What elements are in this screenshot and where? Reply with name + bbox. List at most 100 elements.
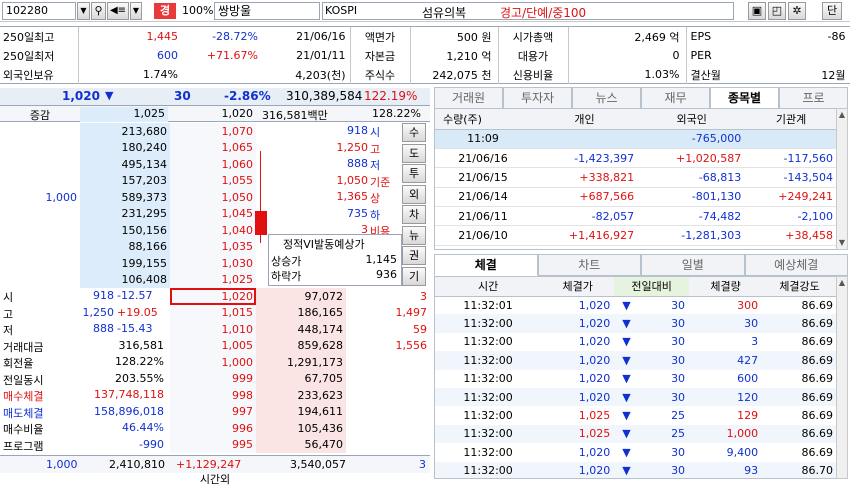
ohlc-label: 상 [370, 192, 381, 205]
bid-row[interactable]: 전일동시 203.55% 999 67,705 [0, 370, 430, 388]
trade-change: ▼ 25 [614, 406, 689, 424]
tab-trade-1[interactable]: 차트 [537, 254, 641, 276]
trade-change: ▼ 30 [614, 314, 689, 332]
ask-row[interactable]: 231,295 1,045 [0, 205, 256, 222]
toolbar: 102280 ▼ ⚲ ◀≡ ▼ 경 100% 쌍방울 KOSPI 섬유의복 경고… [0, 0, 850, 22]
tab-flow-1[interactable]: 투자자 [503, 87, 572, 109]
ask-row[interactable]: 150,156 1,040 [0, 222, 256, 239]
trade-strength: 86.69 [801, 390, 834, 404]
flow-row[interactable]: 11:09 -765,000 [435, 129, 837, 149]
trade-row[interactable]: 11:32:00 1,020 ▼ 30 9,400 86.69 [435, 443, 837, 461]
trade-time: 11:32:00 [463, 464, 513, 478]
tab-trade-2[interactable]: 일별 [641, 254, 745, 276]
layout-icon[interactable]: ▣ [748, 2, 766, 20]
trade-price: 1,020 [578, 335, 611, 349]
bid-row[interactable]: 매수비율 46.44% 996 105,436 [0, 420, 430, 437]
side-tab[interactable]: 권 [402, 246, 426, 265]
tab-trade-0[interactable]: 체결 [434, 254, 538, 276]
trade-quantity: 1,000 [726, 427, 759, 441]
ask-row[interactable]: 157,203 1,055 [0, 172, 256, 189]
flow-row[interactable]: 21/06/10 +1,416,927 -1,281,303 +38,458 [435, 225, 837, 246]
flow-foreign: +1,020,587 [638, 148, 746, 169]
ask-row[interactable]: 180,240 1,065 [0, 139, 256, 156]
bid-quantity: 186,165 [256, 304, 346, 321]
flow-foreign: -74,482 [638, 206, 746, 227]
bid-row[interactable]: 저 888 -15.43 1,010 448,174 59 [0, 321, 430, 338]
trade-row[interactable]: 11:32:00 1,020 ▼ 30 3 86.69 [435, 333, 837, 351]
trade-row[interactable]: 11:32:00 1,020 ▼ 30 427 86.69 [435, 351, 837, 370]
tab-flow-0[interactable]: 거래원 [434, 87, 503, 109]
info-value: 1.03% [568, 65, 687, 84]
side-tab[interactable]: 수 [402, 123, 426, 142]
trade-row[interactable]: 11:32:01 1,020 ▼ 30 300 86.69 [435, 296, 837, 314]
tab-flow-5[interactable]: 프로 [779, 87, 848, 109]
side-tab[interactable]: 외 [402, 184, 426, 204]
trade-scrollbar[interactable]: ▲ [836, 276, 848, 479]
trade-price: 1,020 [578, 445, 611, 459]
trade-time: 11:32:00 [463, 372, 513, 386]
ask-row[interactable]: 495,134 1,060 [0, 156, 256, 173]
bid-row[interactable]: 매수체결 137,748,118 998 233,623 [0, 387, 430, 404]
info-label: 250일최저 [0, 46, 79, 65]
dropdown-button[interactable]: ▼ [77, 2, 90, 20]
bid-row[interactable]: 시 918 -12.57 1,020 97,072 3 [0, 288, 430, 305]
ask-row[interactable]: 199,155 1,030 [0, 255, 256, 272]
trade-row[interactable]: 11:32:00 1,020 ▼ 30 30 86.69 [435, 314, 837, 333]
speaker-icon[interactable]: ◀≡ [107, 2, 129, 20]
info-value: 1,210 억 [410, 46, 499, 65]
bid-price: 995 [170, 436, 256, 453]
bid-quantity: 859,628 [256, 337, 346, 354]
trade-header: 체결가 [541, 277, 615, 297]
side-tab[interactable]: 차 [402, 205, 426, 224]
trade-row[interactable]: 11:32:00 1,020 ▼ 30 120 86.69 [435, 387, 837, 407]
side-tab[interactable]: 뉴 [402, 225, 426, 245]
bid-row[interactable]: 회전율 128.22% 1,000 1,291,173 [0, 354, 430, 371]
ask-row[interactable]: 88,166 1,035 [0, 238, 256, 255]
total-diff: +1,129,247 [176, 458, 242, 471]
ohlc-value: 1,050 [336, 173, 369, 187]
side-tab[interactable]: 투 [402, 164, 426, 183]
down-arrow-icon: ▼ [622, 372, 631, 386]
flow-row[interactable]: 21/06/11 -82,057 -74,482 -2,100 [435, 206, 837, 227]
stat-cell: 전일동시 203.55% [0, 371, 170, 388]
bid-change [346, 371, 430, 388]
ask-row[interactable]: 1,000 589,373 1,050 [0, 189, 256, 206]
search-icon[interactable]: ⚲ [91, 2, 106, 20]
bid-change [346, 437, 430, 454]
ask-row[interactable]: 106,408 1,025 [0, 271, 256, 288]
bid-quantity: 448,174 [256, 321, 346, 338]
flow-scrollbar[interactable]: ▲ ▼ [836, 108, 848, 250]
settings-gear-icon[interactable]: ✲ [788, 2, 806, 20]
stock-code-input[interactable]: 102280 [2, 2, 76, 20]
tab-flow-2[interactable]: 뉴스 [572, 87, 641, 109]
bid-row[interactable]: 매도체결 158,896,018 997 194,611 [0, 403, 430, 420]
trade-price: 1,025 [578, 427, 611, 441]
bid-row[interactable]: 고 1,250 +19.05 1,015 186,165 1,497 [0, 304, 430, 321]
flow-row[interactable]: 21/06/14 +687,566 -801,130 +249,241 [435, 187, 837, 208]
tab-trade-3[interactable]: 예상체결 [744, 254, 848, 276]
trade-row[interactable]: 11:32:00 1,025 ▼ 25 1,000 86.69 [435, 424, 837, 444]
speaker-dropdown[interactable]: ▼ [130, 2, 142, 20]
ask-quantity: 180,240 [80, 139, 170, 156]
tab-flow-4[interactable]: 종목별 [710, 87, 779, 109]
side-tab[interactable]: 기 [402, 266, 426, 286]
window-icon[interactable]: ◰ [768, 2, 786, 20]
flow-foreign: -765,000 [638, 129, 746, 149]
ask-row[interactable]: 213,680 1,070 [0, 123, 256, 140]
ask-price: 1,055 [170, 172, 256, 189]
bid-price: 1,005 [170, 337, 256, 354]
tab-flow-3[interactable]: 재무 [641, 87, 710, 109]
up-label: 상승가 [271, 255, 302, 268]
bid-row[interactable]: 프로그램 -990 995 56,470 [0, 436, 430, 454]
flow-row[interactable]: 21/06/16 -1,423,397 +1,020,587 -117,560 [435, 148, 837, 169]
trade-change: ▼ 30 [614, 443, 689, 461]
trade-row[interactable]: 11:32:00 1,025 ▼ 25 129 86.69 [435, 406, 837, 424]
side-tab[interactable]: 도 [402, 143, 426, 163]
trade-row[interactable]: 11:32:00 1,020 ▼ 30 93 86.70 [435, 461, 837, 478]
trade-price: 1,020 [578, 390, 611, 404]
trade-row[interactable]: 11:32:00 1,020 ▼ 30 600 86.69 [435, 370, 837, 388]
bid-row[interactable]: 거래대금 316,581 1,005 859,628 1,556 [0, 337, 430, 354]
trade-quantity: 9,400 [726, 445, 759, 459]
short-button[interactable]: 단 [822, 2, 842, 20]
flow-row[interactable]: 21/06/15 +338,821 -68,813 -143,504 [435, 167, 837, 188]
